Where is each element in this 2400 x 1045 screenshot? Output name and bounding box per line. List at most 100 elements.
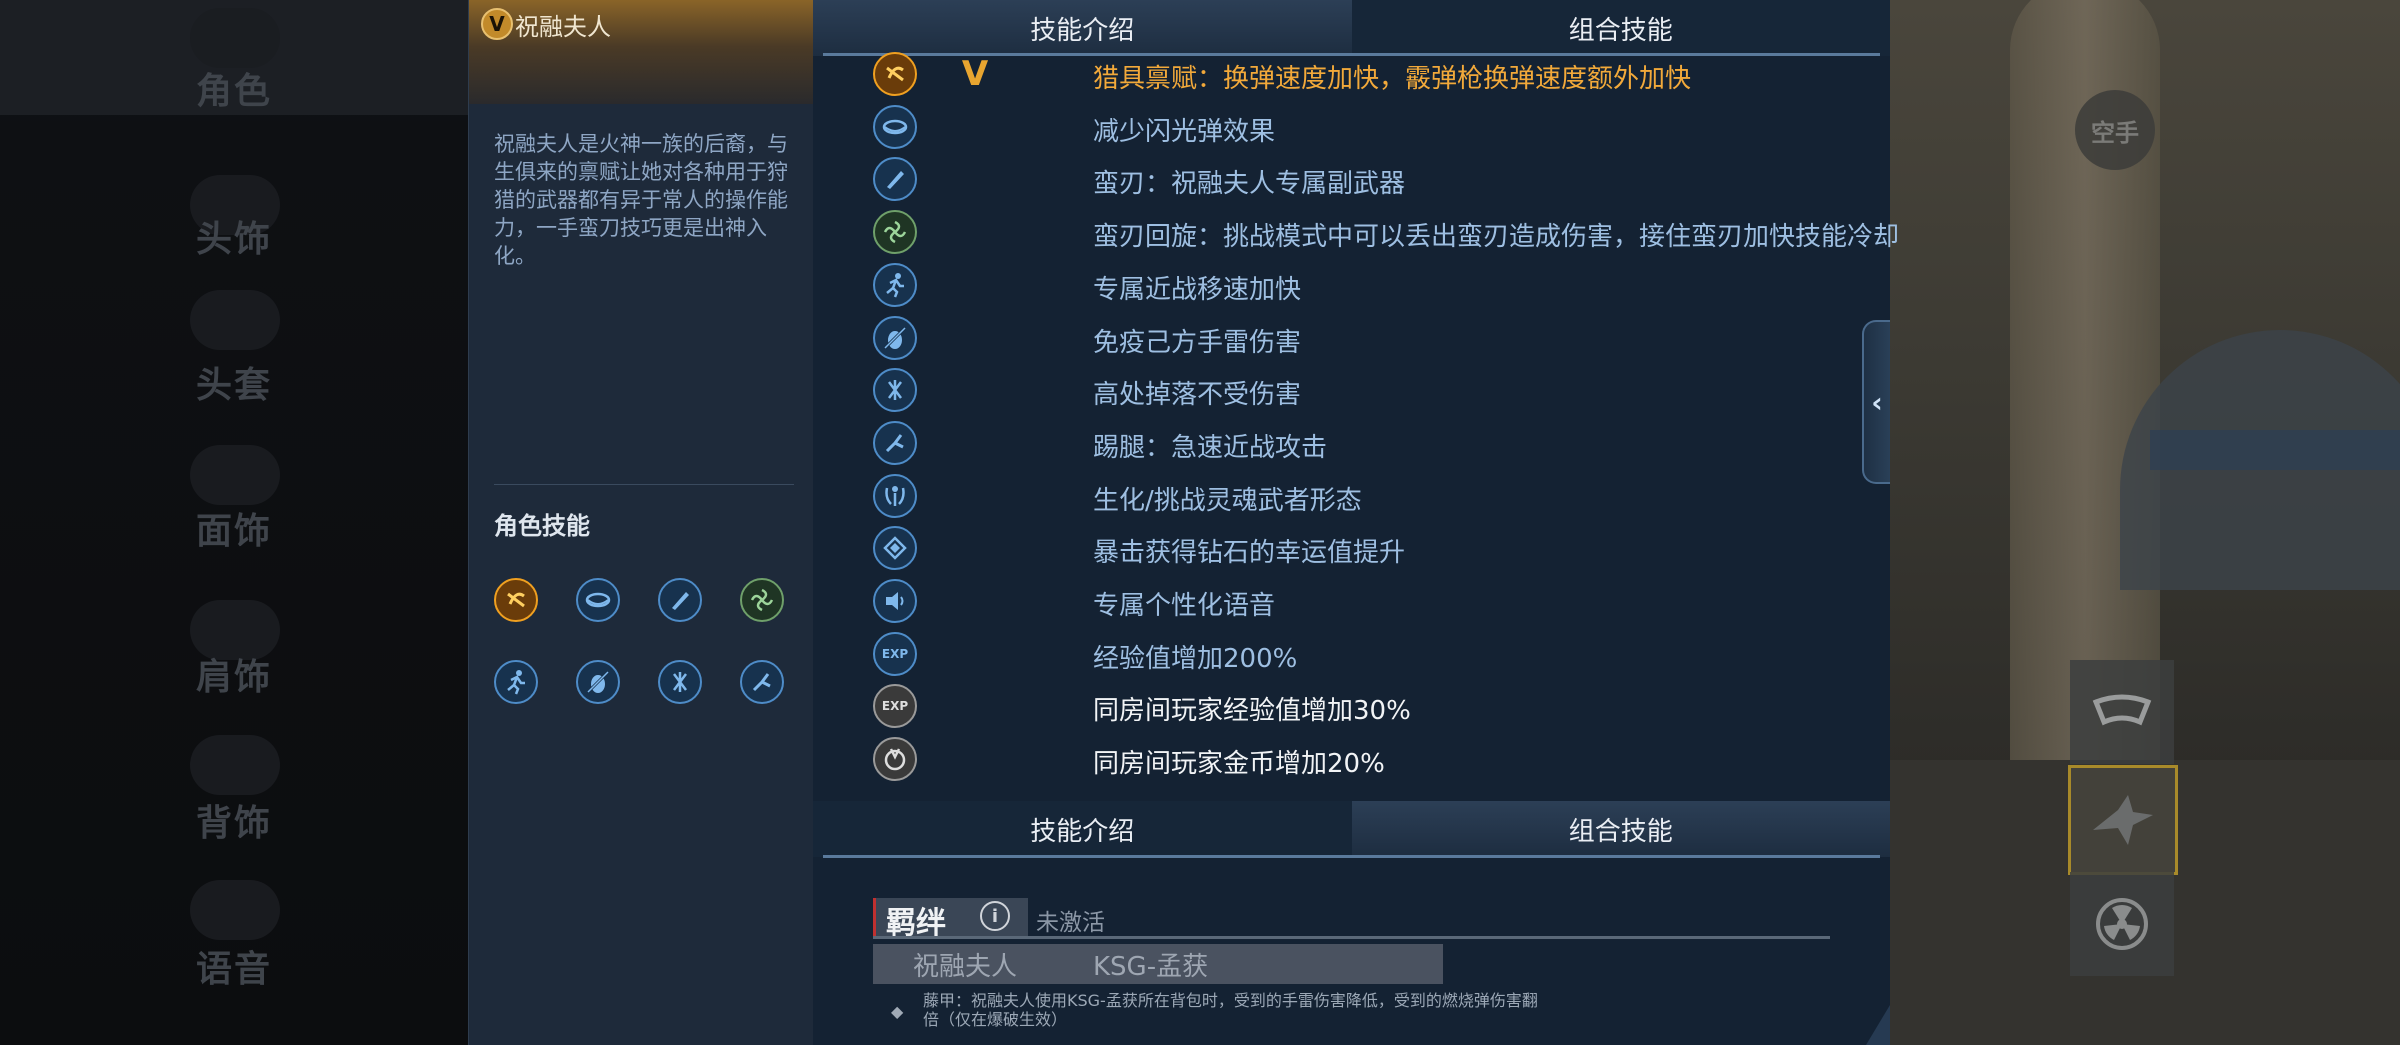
character-header: V 祝融夫人 [469, 0, 814, 104]
room-exp-icon: EXP [873, 684, 917, 729]
skills-panel: 技能介绍 组合技能 V 猎具禀赋：换弹速度加快，霰弹枪换弹速度额外加快 减少闪光弹效… [813, 0, 1899, 1045]
mask-icon [2092, 694, 2152, 726]
spin-blade-icon [873, 210, 917, 255]
skill-label: 高处掉落不受伤害 [1093, 380, 1302, 411]
chevron-left-icon: ‹ [1871, 385, 1883, 419]
skill-row: 减少闪光弹效果 [873, 103, 1873, 151]
spin-blade-icon [740, 578, 784, 622]
bond-section: 羁绊 i 未激活 祝融夫人 KSG-孟获 ◆ 藤甲：祝融夫人使用KSG-孟获所在… [873, 898, 1873, 1038]
menu-item-back[interactable]: 背饰 [0, 794, 468, 846]
divider [494, 484, 794, 485]
menu-item-headwear[interactable]: 头饰 [0, 210, 468, 262]
run-icon [494, 660, 538, 704]
bond-underline [873, 936, 1830, 939]
skill-label: 专属个性化语音 [1093, 591, 1276, 621]
flash-icon [873, 104, 917, 149]
top-tab-bar: 技能介绍 组合技能 [813, 0, 1890, 56]
spirit-icon [873, 473, 917, 518]
skill-grid-cell[interactable] [658, 578, 706, 626]
empty-hand-button[interactable]: 空手 [2075, 90, 2155, 170]
scene-dome-band [2150, 430, 2400, 470]
skill-label: 免疫己方手雷伤害 [1093, 327, 1302, 358]
skill-grid-cell[interactable] [494, 660, 542, 708]
hood-menu-icon [190, 290, 280, 350]
voice-menu-icon [190, 880, 280, 940]
skill-label: 猎具禀赋：换弹速度加快，霰弹枪换弹速度额外加快 [1093, 64, 1692, 94]
bond-title-box: 羁绊 i [873, 898, 1028, 941]
machete-icon [873, 157, 917, 202]
skill-row: 踢腿：急速近战攻击 [873, 419, 1873, 467]
exp-icon: EXP [873, 631, 917, 676]
bond-description: 藤甲：祝融夫人使用KSG-孟获所在背包时，受到的手雷伤害降低，受到的燃烧弹伤害翻… [923, 991, 1538, 1029]
skill-grid-cell[interactable] [740, 578, 788, 626]
info-icon[interactable]: i [980, 901, 1010, 931]
diamond-icon [873, 526, 917, 571]
skill-row: 生化/挑战灵魂武者形态 [873, 472, 1873, 520]
menu-item-face[interactable]: 面饰 [0, 502, 468, 554]
character-skills-title: 角色技能 [494, 512, 590, 540]
bond-member-2: KSG-孟获 [1093, 952, 1209, 982]
flash-icon [576, 578, 620, 622]
fall-immune-icon [873, 368, 917, 413]
skill-label: 同房间玩家经验值增加30% [1093, 696, 1411, 727]
kick-icon [873, 420, 917, 465]
face-menu-icon [190, 445, 280, 505]
vip-badge-icon: V [481, 8, 513, 40]
skill-label: 生化/挑战灵魂武者形态 [1093, 485, 1362, 516]
role-menu-icon [190, 8, 280, 68]
skill-row: 同房间玩家金币增加20% [873, 735, 1873, 783]
bottom-tab-underline [823, 855, 1880, 858]
skill-label: 暴击获得钻石的幸运值提升 [1093, 538, 1406, 569]
tab-combo-skill-bottom[interactable]: 组合技能 [1351, 801, 1890, 857]
skill-row: EXP 经验值增加200% [873, 630, 1873, 678]
reload-icon [873, 52, 917, 96]
skill-grid-cell[interactable] [494, 578, 542, 626]
skill-row: 高处掉落不受伤害 [873, 366, 1873, 414]
tab-skill-intro-top[interactable]: 技能介绍 [813, 0, 1352, 56]
skill-row: 蛮刃回旋：挑战模式中可以丢出蛮刃造成伤害，接住蛮刃加快技能冷却 [873, 208, 1899, 256]
eagle-icon [2093, 795, 2153, 845]
skill-label: 踢腿：急速近战攻击 [1093, 432, 1328, 463]
back-menu-icon [190, 735, 280, 795]
skill-label: 减少闪光弹效果 [1093, 116, 1276, 147]
vip-badge-icon: V [961, 54, 989, 94]
grenade-immune-icon [873, 315, 917, 360]
machete-icon [658, 578, 702, 622]
character-name: 祝融夫人 [515, 13, 611, 41]
skill-row: 暴击获得钻石的幸运值提升 [873, 524, 1873, 572]
hazard-slot-button[interactable] [2070, 872, 2174, 976]
bottom-tab-bar: 技能介绍 组合技能 [813, 801, 1890, 857]
tab-combo-skill-top[interactable]: 组合技能 [1351, 0, 1890, 56]
radiation-icon [2096, 898, 2148, 950]
skill-grid-cell[interactable] [576, 660, 624, 708]
collapse-panel-button[interactable]: ‹ [1862, 320, 1890, 484]
skill-row: 免疫己方手雷伤害 [873, 314, 1873, 362]
grenade-immune-icon [576, 660, 620, 704]
fall-immune-icon [658, 660, 702, 704]
tab-skill-intro-bottom[interactable]: 技能介绍 [813, 801, 1352, 857]
left-category-menu: 角色 头饰 头套 面饰 肩饰 背饰 语音 [0, 0, 468, 1045]
skill-row: V 猎具禀赋：换弹速度加快，霰弹枪换弹速度额外加快 [873, 50, 1873, 98]
skill-row: 蛮刃：祝融夫人专属副武器 [873, 155, 1873, 203]
bond-members-bar: 祝融夫人 KSG-孟获 [873, 944, 1443, 984]
menu-item-shoulder[interactable]: 肩饰 [0, 648, 468, 700]
menu-item-role[interactable]: 角色 [0, 62, 468, 114]
skill-label: 蛮刃：祝融夫人专属副武器 [1093, 169, 1406, 200]
skill-grid-cell[interactable] [658, 660, 706, 708]
skill-label: 专属近战移速加快 [1093, 274, 1302, 305]
menu-item-voice[interactable]: 语音 [0, 940, 468, 992]
kick-icon [740, 660, 784, 704]
reload-icon [494, 578, 538, 622]
mask-slot-button[interactable] [2070, 660, 2174, 764]
skill-label: 蛮刃回旋：挑战模式中可以丢出蛮刃造成伤害，接住蛮刃加快技能冷却 [1093, 222, 1900, 253]
skill-grid-cell[interactable] [740, 660, 788, 708]
character-description: 祝融夫人是火神一族的后裔，与生俱来的禀赋让她对各种用于狩猎的武器都有异于常人的操… [494, 132, 788, 268]
character-info-panel: V 祝融夫人 祝融夫人是火神一族的后裔，与生俱来的禀赋让她对各种用于狩猎的武器都… [468, 0, 815, 1045]
diamond-bullet-icon: ◆ [891, 1002, 904, 1021]
menu-item-hood[interactable]: 头套 [0, 356, 468, 408]
skill-row: EXP 同房间玩家经验值增加30% [873, 682, 1873, 730]
skill-grid-cell[interactable] [576, 578, 624, 626]
bond-status: 未激活 [1036, 910, 1105, 936]
skill-row: 专属个性化语音 [873, 577, 1873, 625]
eagle-slot-button[interactable] [2068, 765, 2178, 875]
